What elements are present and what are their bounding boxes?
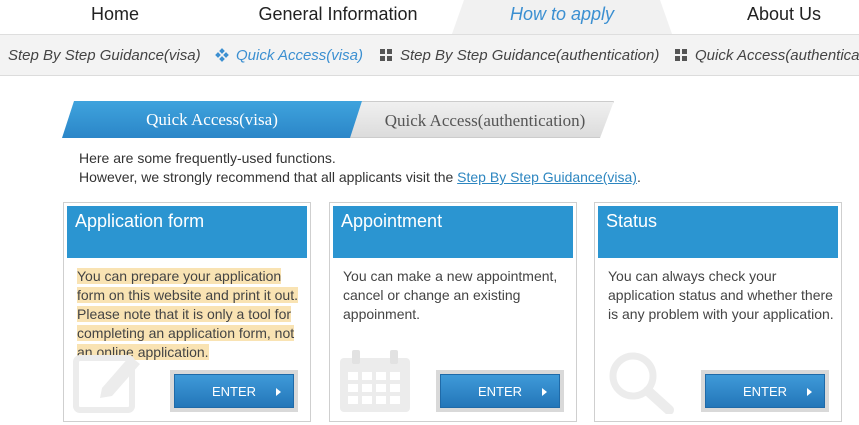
intro-line-1: Here are some frequently-used functions. <box>79 150 336 166</box>
button-label: ENTER <box>211 384 257 399</box>
arrow-right-icon <box>276 388 281 396</box>
step-by-step-guidance-link[interactable]: Step By Step Guidance(visa) <box>457 169 637 185</box>
calendar-icon <box>340 350 410 412</box>
tab-quick-access-visa[interactable]: Quick Access(visa) <box>62 101 362 138</box>
intro-text: Here are some frequently-used functions.… <box>79 149 641 187</box>
subnav-item-label: Step By Step Guidance(authentication) <box>400 47 660 64</box>
nav-tab-about-us[interactable]: About Us <box>720 0 848 34</box>
enter-button-frame: ENTER <box>436 370 564 412</box>
card-appointment: Appointment You can make a new appointme… <box>329 202 577 422</box>
card-application-form: Application form You can prepare your ap… <box>63 202 311 422</box>
enter-button-frame: ENTER <box>170 370 298 412</box>
nav-tab-general-information[interactable]: General Information <box>240 0 436 34</box>
subnav-item-step-by-step-visa[interactable]: Step By Step Guidance(visa) <box>0 35 201 75</box>
subnav-item-label: Quick Access(visa) <box>236 47 363 64</box>
card-description-line: Please note that it is only a tool for <box>77 306 292 322</box>
tab-label: Quick Access(authentication) <box>384 111 586 130</box>
nav-tab-home[interactable]: Home <box>60 0 170 34</box>
tab-label: Quick Access(visa) <box>146 110 278 129</box>
card-description: You can make a new appointment, cancel o… <box>343 268 558 322</box>
intro-line-2-suffix: . <box>636 169 641 185</box>
enter-button-application-form[interactable]: ENTER <box>174 374 294 408</box>
intro-line-2: However, we strongly recommend that all … <box>79 168 641 187</box>
card-description-line: completing an application form, not <box>77 325 295 341</box>
button-label: ENTER <box>477 384 523 399</box>
card-description-line: form on this website and print it out. <box>77 287 298 303</box>
grid-icon <box>675 49 687 61</box>
quick-access-tabs: Quick Access(authentication) Quick Acces… <box>62 101 614 138</box>
magnifier-icon <box>609 352 674 414</box>
enter-button-frame: ENTER <box>701 370 829 412</box>
button-label: ENTER <box>742 384 788 399</box>
intro-line-2-prefix: However, we strongly recommend that all … <box>79 169 458 185</box>
subnav-item-label: Step By Step Guidance(visa) <box>8 47 201 64</box>
diamond-icon <box>215 48 229 62</box>
pencil-note-icon <box>73 355 140 413</box>
arrow-right-icon <box>542 388 547 396</box>
enter-button-appointment[interactable]: ENTER <box>440 374 560 408</box>
arrow-right-icon <box>807 388 812 396</box>
enter-button-status[interactable]: ENTER <box>705 374 825 408</box>
subnav-item-quick-access-authentication[interactable]: Quick Access(authentication) <box>675 35 859 75</box>
card-title: Application form <box>67 206 307 258</box>
subnav-item-quick-access-visa[interactable]: Quick Access(visa) <box>215 35 363 75</box>
card-title: Appointment <box>333 206 573 258</box>
tab-quick-access-authentication[interactable]: Quick Access(authentication) <box>342 101 614 138</box>
card-description-line: You can prepare your application <box>77 268 282 284</box>
card-status: Status You can always check your applica… <box>594 202 842 422</box>
subnav-item-label: Quick Access(authentication) <box>695 47 859 64</box>
subnav-item-step-by-step-authentication[interactable]: Step By Step Guidance(authentication) <box>380 35 660 75</box>
card-description: You can always check your application st… <box>608 268 834 322</box>
top-navigation: Home General Information How to apply Ab… <box>0 0 859 34</box>
card-title: Status <box>598 206 838 258</box>
grid-icon <box>380 49 392 61</box>
nav-tab-how-to-apply[interactable]: How to apply <box>452 0 672 34</box>
sub-navigation: Step By Step Guidance(visa) Quick Access… <box>0 34 859 76</box>
